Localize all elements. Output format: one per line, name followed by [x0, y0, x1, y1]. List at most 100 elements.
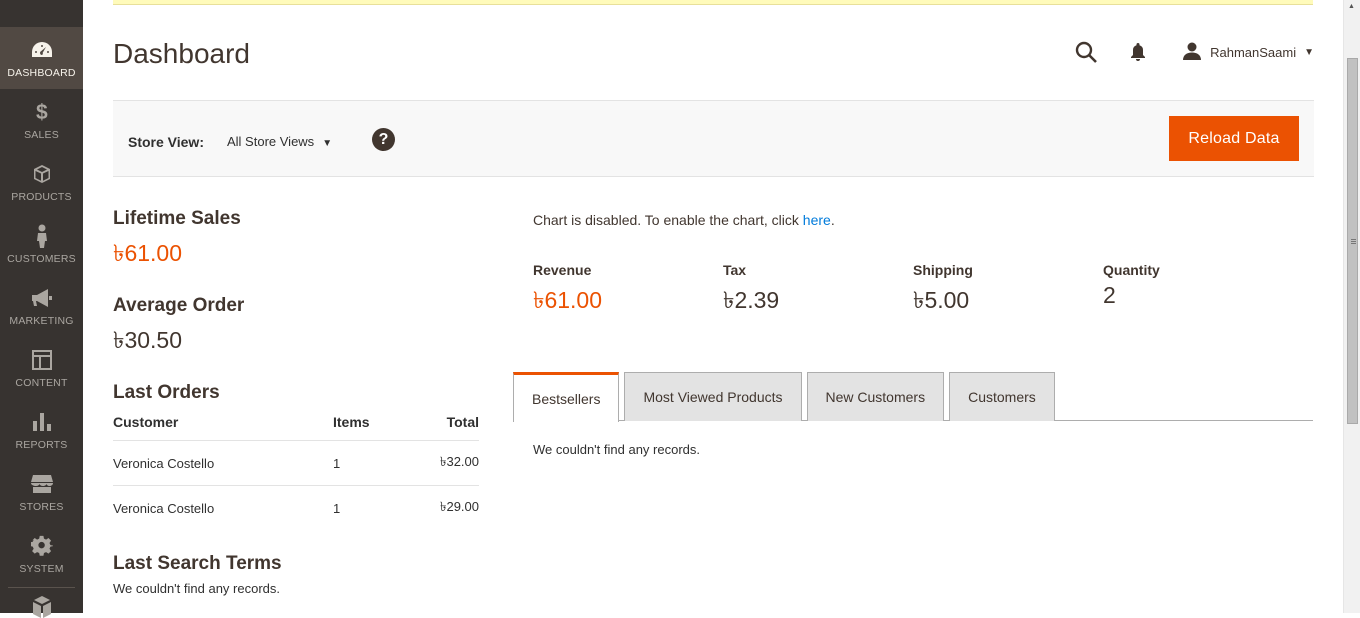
dashboard-icon: [30, 38, 54, 62]
average-order-value: ৳30.50: [113, 327, 183, 353]
column-header-total: Total: [413, 414, 479, 441]
dollar-icon: $: [30, 100, 54, 124]
admin-sidebar: DASHBOARD $ SALES PRODUCTS CUSTOMERS MAR…: [0, 0, 83, 618]
user-icon: [1182, 42, 1202, 63]
table-row[interactable]: Veronica Costello 1 ৳29.00: [113, 486, 479, 531]
svg-text:$: $: [36, 101, 48, 123]
total-value: ৳2.39: [723, 287, 780, 313]
enable-chart-link[interactable]: here: [803, 212, 831, 228]
total-label: Tax: [723, 262, 747, 278]
bar-chart-icon: [30, 410, 54, 434]
lifetime-sales-title: Lifetime Sales: [113, 208, 241, 229]
scrollbar-grip: [1351, 239, 1356, 240]
sidebar-item-label: REPORTS: [15, 438, 68, 451]
total-shipping: Shipping ৳5.00: [913, 262, 1103, 321]
gear-icon: [30, 534, 54, 558]
chart-message-text: Chart is disabled. To enable the chart, …: [533, 212, 803, 228]
boxes-icon: [32, 596, 51, 618]
total-label: Shipping: [913, 262, 973, 278]
page-scrollbar[interactable]: ▲: [1343, 0, 1360, 613]
chevron-down-icon: ▼: [1304, 46, 1314, 58]
sidebar-item-system[interactable]: SYSTEM: [0, 523, 83, 585]
dashboard-right-column: Chart is disabled. To enable the chart, …: [533, 212, 1313, 313]
order-items: 1: [333, 440, 413, 486]
order-total: ৳29.00: [439, 499, 479, 514]
order-total: ৳32.00: [413, 440, 479, 486]
sidebar-item-label: SYSTEM: [19, 562, 64, 575]
sidebar-item-customers[interactable]: CUSTOMERS: [0, 213, 83, 275]
store-view-bar: Store View: All Store Views ▼ ? Reload Da…: [113, 100, 1314, 177]
total-tax: Tax ৳2.39: [723, 262, 913, 321]
sidebar-item-content[interactable]: CONTENT: [0, 337, 83, 399]
store-view-value: All Store Views: [227, 134, 315, 149]
order-customer: Veronica Costello: [113, 440, 333, 486]
tab-content-empty: We couldn't find any records.: [533, 442, 700, 457]
totals-row: Revenue ৳61.00 Tax ৳2.39 Shipping ৳5.00 …: [533, 262, 1293, 321]
average-order-block: Average Order ৳30.50: [113, 295, 244, 361]
person-icon: [30, 224, 54, 248]
layout-icon: [30, 348, 54, 372]
sidebar-item-reports[interactable]: REPORTS: [0, 399, 83, 461]
sidebar-item-label: CONTENT: [15, 376, 68, 389]
page-title: Dashboard: [113, 38, 250, 69]
last-search-terms-empty: We couldn't find any records.: [113, 581, 280, 596]
last-search-terms-block: Last Search Terms We couldn't find any r…: [113, 553, 282, 596]
sidebar-item-label: SALES: [24, 128, 59, 141]
sidebar-item-label: PRODUCTS: [11, 190, 72, 203]
scroll-up-arrow-icon[interactable]: ▲: [1348, 3, 1355, 10]
chart-message-suffix: .: [830, 212, 835, 228]
tab-new-customers[interactable]: New Customers: [806, 372, 945, 421]
total-revenue: Revenue ৳61.00: [533, 262, 723, 321]
order-customer: Veronica Costello: [113, 501, 215, 516]
notification-bell-icon[interactable]: [1126, 40, 1150, 64]
sidebar-item-dashboard[interactable]: DASHBOARD: [0, 27, 83, 89]
column-header-items: Items: [333, 414, 413, 441]
store-view-label: Store View:: [128, 134, 204, 150]
total-value: ৳5.00: [913, 287, 970, 313]
lifetime-sales-block: Lifetime Sales ৳61.00: [113, 208, 241, 274]
table-header-row: Customer Items Total: [113, 414, 479, 441]
dashboard-tabs: Bestsellers Most Viewed Products New Cus…: [513, 372, 1313, 422]
user-account-menu[interactable]: RahmanSaami ▼: [1182, 42, 1314, 63]
total-quantity: Quantity 2: [1103, 262, 1293, 321]
last-search-terms-title: Last Search Terms: [113, 553, 282, 574]
sidebar-logo-area: [0, 0, 83, 27]
sidebar-item-marketing[interactable]: MARKETING: [0, 275, 83, 337]
lifetime-sales-value: ৳61.00: [113, 240, 183, 266]
sidebar-item-label: MARKETING: [9, 314, 74, 327]
reload-data-button[interactable]: Reload Data: [1169, 116, 1299, 161]
chevron-down-icon: ▼: [322, 138, 333, 149]
total-value: 2: [1103, 282, 1116, 308]
tab-most-viewed-products[interactable]: Most Viewed Products: [624, 372, 802, 421]
table-row[interactable]: Veronica Costello 1 ৳32.00: [113, 440, 479, 486]
average-order-title: Average Order: [113, 295, 245, 316]
chart-disabled-message: Chart is disabled. To enable the chart, …: [533, 212, 1313, 228]
sidebar-item-find-partners[interactable]: [0, 588, 83, 618]
search-icon[interactable]: [1074, 40, 1098, 64]
sidebar-item-sales[interactable]: $ SALES: [0, 89, 83, 151]
scrollbar-thumb[interactable]: [1347, 58, 1358, 424]
sidebar-item-label: DASHBOARD: [7, 66, 76, 79]
last-orders-block: Last Orders Customer Items Total Veronic…: [113, 382, 479, 530]
sidebar-item-label: CUSTOMERS: [7, 252, 76, 265]
tab-customers[interactable]: Customers: [949, 372, 1055, 421]
total-value: ৳61.00: [533, 287, 603, 313]
store-view-select[interactable]: All Store Views ▼: [227, 134, 332, 149]
box-icon: [30, 162, 54, 186]
sidebar-item-products[interactable]: PRODUCTS: [0, 151, 83, 213]
tab-bestsellers[interactable]: Bestsellers: [513, 372, 620, 422]
total-label: Quantity: [1103, 262, 1160, 278]
header-actions: RahmanSaami ▼: [1074, 38, 1314, 66]
column-header-customer: Customer: [113, 414, 333, 441]
sidebar-item-stores[interactable]: STORES: [0, 461, 83, 523]
help-icon[interactable]: ?: [372, 128, 395, 151]
total-label: Revenue: [533, 262, 592, 278]
megaphone-icon: [30, 286, 54, 310]
system-message-strip: [113, 0, 1313, 5]
storefront-icon: [30, 472, 54, 496]
user-name: RahmanSaami: [1210, 44, 1297, 60]
last-orders-table: Customer Items Total Veronica Costello 1…: [113, 414, 479, 530]
last-orders-title: Last Orders: [113, 382, 220, 403]
order-items: 1: [333, 501, 341, 516]
sidebar-item-label: STORES: [19, 500, 64, 513]
